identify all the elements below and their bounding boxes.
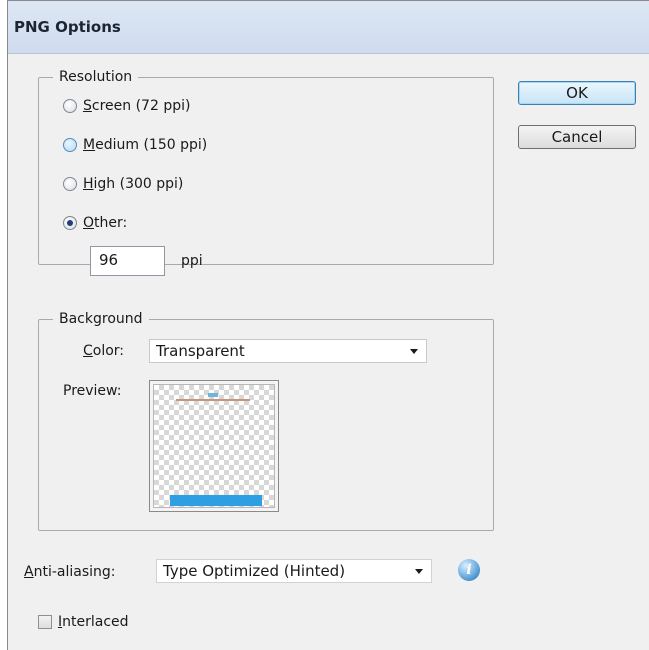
radio-medium-icon[interactable] [63,138,77,152]
antialiasing-label: Anti-aliasing: [24,564,116,580]
color-label: Color: [83,343,125,359]
radio-screen-label: Screen (72 ppi) [83,98,191,114]
radio-screen[interactable]: Screen (72 ppi) [63,95,190,117]
png-options-dialog: PNG Options Resolution Screen (72 ppi) M… [7,0,649,650]
chevron-down-icon[interactable] [415,569,423,574]
radio-screen-icon[interactable] [63,99,77,113]
chevron-down-icon[interactable] [410,349,418,354]
radio-other-icon[interactable] [63,216,77,230]
antialiasing-select[interactable]: Type Optimized (Hinted) [156,559,432,583]
radio-high-icon[interactable] [63,177,77,191]
interlaced-checkbox[interactable] [38,615,52,629]
preview-blue-bar [170,495,262,506]
background-group: Background Color: Transparent Preview: [38,310,494,531]
title-bar: PNG Options [8,1,649,54]
color-select[interactable]: Transparent [149,339,427,363]
ok-button[interactable]: OK [518,81,636,105]
other-ppi-input[interactable]: 96 [90,246,165,276]
radio-high[interactable]: High (300 ppi) [63,173,183,195]
ppi-unit-label: ppi [181,253,203,269]
cancel-button[interactable]: Cancel [518,125,636,149]
preview-label: Preview: [63,383,122,399]
info-icon[interactable]: i [458,559,480,581]
radio-other[interactable]: Other: [63,212,127,234]
radio-medium[interactable]: Medium (150 ppi) [63,134,207,156]
preview-checkerboard [153,384,275,508]
resolution-legend: Resolution [53,68,139,86]
dialog-title: PNG Options [14,18,121,36]
color-select-value: Transparent [156,342,245,360]
radio-other-label: Other: [83,215,128,231]
radio-high-label: High (300 ppi) [83,176,184,192]
resolution-group: Resolution Screen (72 ppi) Medium (150 p… [38,68,494,276]
radio-medium-label: Medium (150 ppi) [83,137,208,153]
preview-header-line [176,399,250,401]
background-legend: Background [53,310,149,328]
interlaced-label[interactable]: Interlaced [58,613,129,631]
background-preview [149,380,279,512]
antialiasing-select-value: Type Optimized (Hinted) [163,562,346,580]
preview-logo-mark [208,393,218,397]
